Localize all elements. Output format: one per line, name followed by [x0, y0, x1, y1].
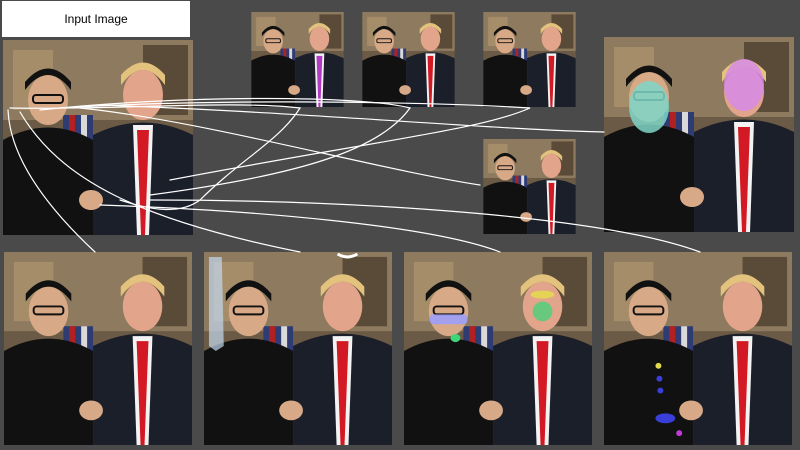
- mid-variant: [483, 139, 576, 234]
- top-variant-1: [251, 12, 344, 107]
- segmentation-panel: [604, 37, 794, 232]
- top-variant-3-photo: [483, 12, 576, 107]
- output-photo-2: [203, 252, 393, 445]
- output-photo-3: [403, 252, 593, 445]
- input-photo-panel: [3, 40, 193, 235]
- segmentation-photo: [604, 37, 794, 232]
- output-panel-2: [203, 252, 393, 445]
- input-image-label: Input Image: [2, 1, 190, 37]
- output-panel-4: [603, 252, 793, 445]
- input-photo: [3, 40, 193, 235]
- top-variant-3: [483, 12, 576, 107]
- output-photo-4: [603, 252, 793, 445]
- mid-variant-photo: [483, 139, 576, 234]
- top-variant-2: [362, 12, 455, 107]
- top-variant-1-photo: [251, 12, 344, 107]
- output-photo-1: [3, 252, 193, 445]
- output-panel-3: [403, 252, 593, 445]
- top-variant-2-photo: [362, 12, 455, 107]
- output-panel-1: [3, 252, 193, 445]
